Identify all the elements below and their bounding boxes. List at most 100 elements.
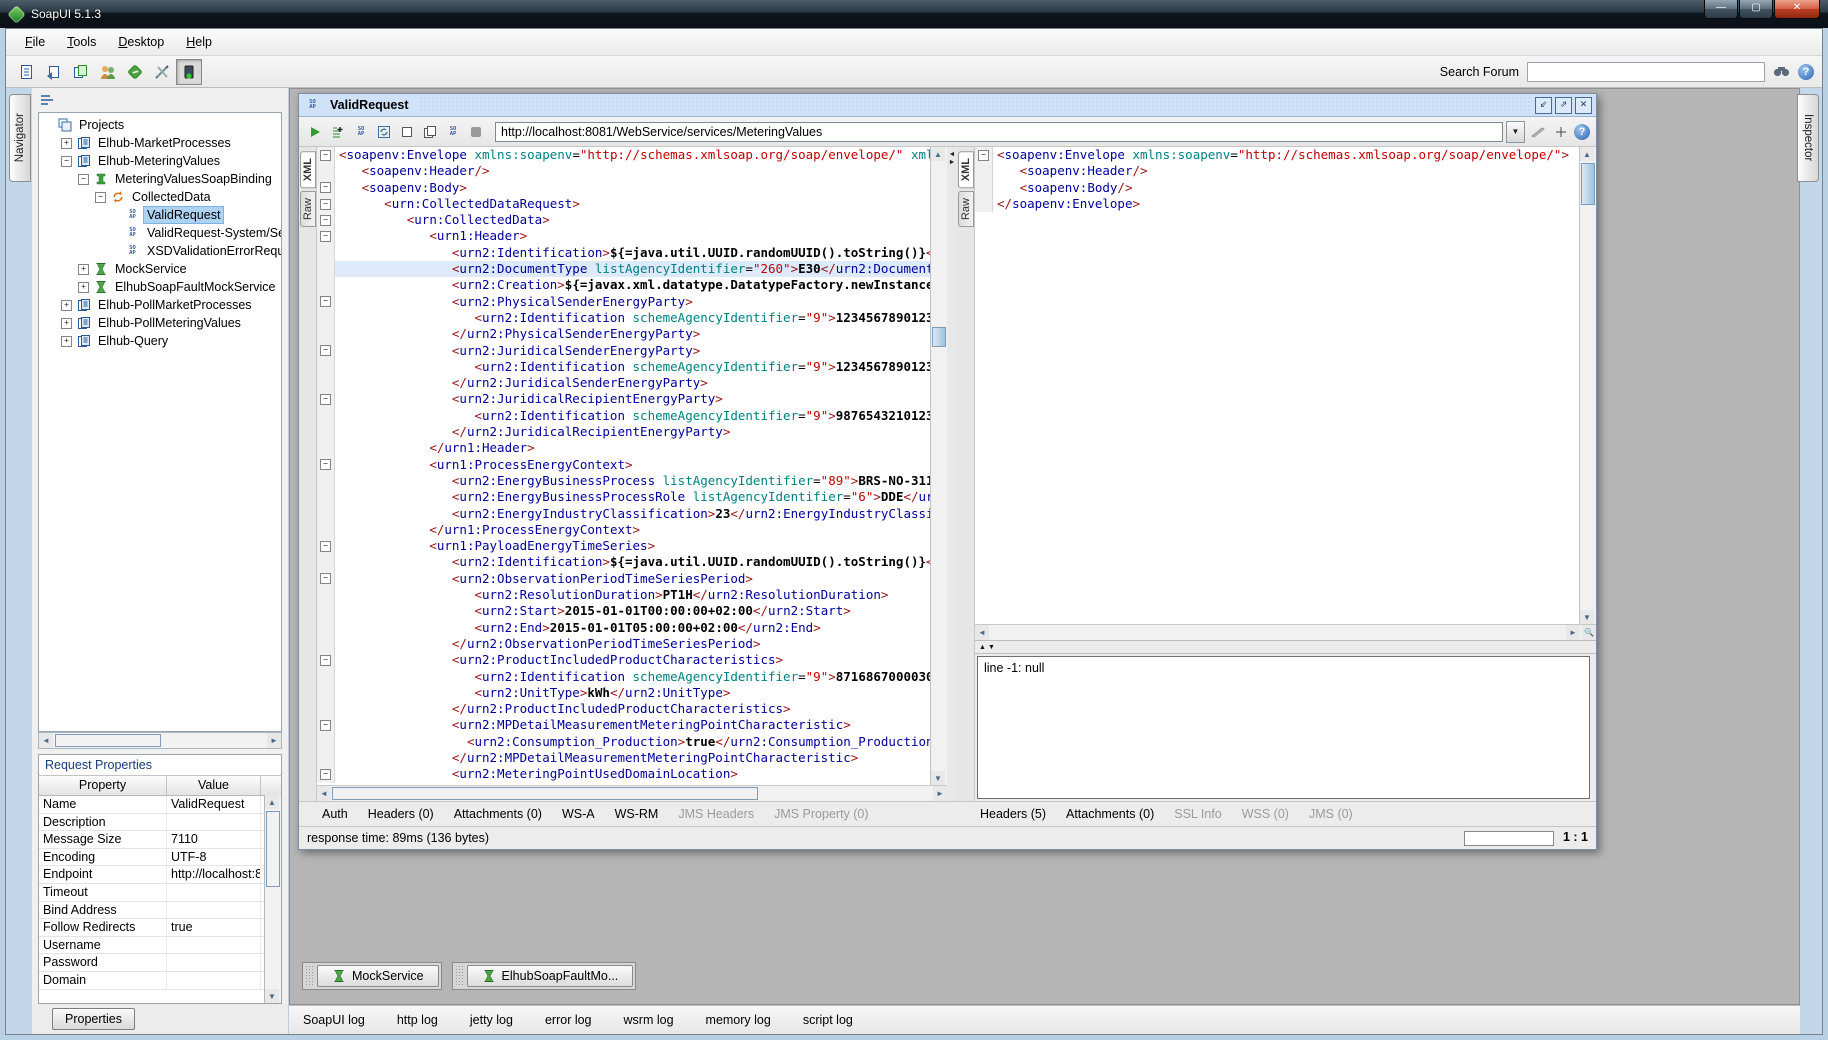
tree-item-xsdvalidationerrorrequest[interactable]: SOAPXSDValidationErrorRequest [39,242,281,260]
expand-icon[interactable]: + [61,300,72,311]
log-tab-soapui-log[interactable]: SoapUI log [303,1013,365,1027]
create-mockservice-icon[interactable]: SOAP [443,122,463,142]
fold-toggle[interactable]: − [975,147,993,163]
minimized-window-mockservice[interactable]: MockService [317,965,439,987]
fold-toggle[interactable]: − [317,180,335,196]
log-tab-script-log[interactable]: script log [803,1013,853,1027]
tree-item-elhub-pollmarketprocesses[interactable]: +Elhub-PollMarketProcesses [39,296,281,314]
property-row-message-size[interactable]: Message Size7110 [39,831,281,849]
close-button[interactable]: ✕ [1774,0,1820,19]
collapse-icon[interactable]: − [320,345,331,356]
log-tab-jetty-log[interactable]: jetty log [470,1013,513,1027]
clone-request-icon[interactable] [420,122,440,142]
starter-page-icon[interactable] [122,59,148,85]
tab-xml[interactable]: XML [300,151,316,188]
split-layout-icon[interactable] [1551,122,1571,142]
collapse-icon[interactable]: − [320,296,331,307]
collapse-icon[interactable]: − [61,156,72,167]
recreate-request-icon[interactable] [374,122,394,142]
log-divider[interactable]: ▲ ▼ [975,640,1596,654]
property-row-username[interactable]: Username [39,937,281,955]
forum-icon[interactable] [95,59,121,85]
preferences-icon[interactable] [149,59,175,85]
fold-toggle[interactable]: − [317,457,335,473]
editor-splitter[interactable]: ◄ ► [947,147,957,801]
fold-toggle[interactable]: − [317,228,335,244]
tab-layout-icon[interactable] [1528,122,1548,142]
request-hscrollbar[interactable]: ◄ ► [317,785,947,801]
tree-item-elhub-meteringvalues[interactable]: −Elhub-MeteringValues [39,152,281,170]
fold-toggle[interactable]: − [317,652,335,668]
scroll-down-icon[interactable]: ▼ [1580,610,1594,624]
tree-hscroll-thumb[interactable] [55,734,161,747]
expand-icon[interactable]: + [78,282,89,293]
submit-button[interactable] [305,122,325,142]
collapse-right-icon[interactable]: ► [949,159,956,167]
window-restore-icon[interactable]: ⇙ [1535,97,1552,114]
collapse-icon[interactable]: − [320,150,331,161]
collapse-icon[interactable]: − [95,192,106,203]
collapse-icon[interactable]: − [78,174,89,185]
collapse-icon[interactable]: − [320,573,331,584]
request-xml-editor[interactable]: −<soapenv:Envelope xmlns:soapenv="http:/… [317,147,930,785]
collapse-icon[interactable]: − [320,182,331,193]
fold-toggle[interactable]: − [317,294,335,310]
properties-vscrollbar[interactable]: ▲ ▼ [264,795,281,1003]
property-row-name[interactable]: NameValidRequest [39,796,281,814]
fold-toggle[interactable]: − [317,717,335,733]
menu-file[interactable]: File [16,32,54,52]
tree-item-elhub-pollmeteringvalues[interactable]: +Elhub-PollMeteringValues [39,314,281,332]
inspector-tab-headers-5-[interactable]: Headers (5) [971,804,1055,824]
tree-item-validrequest-system-securi[interactable]: SOAPValidRequest-System/Securi [39,224,281,242]
tree-item-elhub-marketprocesses[interactable]: +Elhub-MarketProcesses [39,134,281,152]
save-all-icon[interactable] [68,59,94,85]
inspector-tab-attachments-0-[interactable]: Attachments (0) [445,804,551,824]
collapse-icon[interactable]: − [320,655,331,666]
scroll-left-icon[interactable]: ◄ [317,786,331,801]
add-to-testcase-icon[interactable] [328,122,348,142]
inspector-tab-headers-0-[interactable]: Headers (0) [359,804,443,824]
request-vscroll-thumb[interactable] [932,327,946,347]
cancel-request-icon[interactable] [466,122,486,142]
search-forum-input[interactable] [1527,62,1765,82]
response-vscroll-thumb[interactable] [1581,163,1595,205]
response-hscrollbar[interactable]: ◄ ► 🔍 [975,624,1596,640]
collapse-icon[interactable]: − [320,215,331,226]
scroll-up-icon[interactable]: ▲ [931,147,945,161]
tree-item-elhub-query[interactable]: +Elhub-Query [39,332,281,350]
fold-toggle[interactable]: − [317,391,335,407]
inspector-side-tab[interactable]: Inspector [1797,94,1819,182]
tree-item-elhubsoapfaultmockservice[interactable]: +ElhubSoapFaultMockService [39,278,281,296]
endpoint-dropdown-button[interactable]: ▼ [1506,121,1525,143]
fold-toggle[interactable]: − [317,212,335,228]
log-tab-wsrm-log[interactable]: wsrm log [624,1013,674,1027]
property-row-timeout[interactable]: Timeout [39,884,281,902]
inspector-tab-ws-a[interactable]: WS-A [553,804,604,824]
collapse-icon[interactable]: − [320,231,331,242]
collapse-icon[interactable]: − [320,769,331,780]
fold-toggle[interactable]: − [317,343,335,359]
collapse-left-icon[interactable]: ◄ [949,151,956,159]
log-tab-error-log[interactable]: error log [545,1013,592,1027]
magnifier-icon[interactable]: 🔍 [1582,625,1596,640]
proxy-toggle-icon[interactable] [176,59,202,85]
property-row-follow-redirects[interactable]: Follow Redirectstrue [39,919,281,937]
property-row-endpoint[interactable]: Endpointhttp://localhost:80... [39,866,281,884]
scroll-up-icon[interactable]: ▲ [1580,147,1594,161]
property-row-encoding[interactable]: EncodingUTF-8 [39,849,281,867]
tree-options-icon[interactable] [40,94,54,106]
inspector-tab-auth[interactable]: Auth [313,804,357,824]
window-close-icon[interactable]: ✕ [1575,97,1592,114]
inspector-tab-ws-rm[interactable]: WS-RM [606,804,668,824]
expand-icon[interactable]: + [61,336,72,347]
scroll-down-icon[interactable]: ▼ [931,771,945,785]
scroll-right-icon[interactable]: ► [1566,625,1580,640]
log-tab-http-log[interactable]: http log [397,1013,438,1027]
fold-toggle[interactable]: − [317,196,335,212]
search-icon[interactable] [1773,65,1790,78]
scroll-up-icon[interactable]: ▲ [265,795,279,809]
tree-item-collecteddata[interactable]: −CollectedData [39,188,281,206]
tree-hscrollbar[interactable]: ◄ ► [38,732,282,749]
new-project-icon[interactable] [14,59,40,85]
property-row-password[interactable]: Password [39,954,281,972]
